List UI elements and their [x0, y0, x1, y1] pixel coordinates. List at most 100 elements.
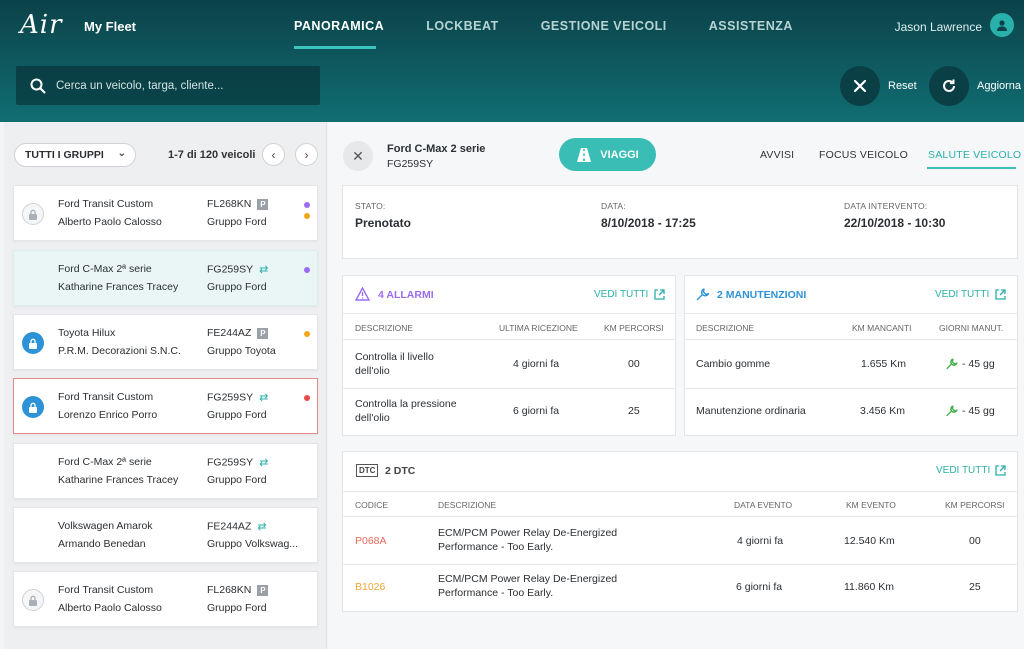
transfer-icon: ⇄: [259, 264, 269, 276]
parking-icon: P: [257, 198, 269, 210]
viaggi-label: VIAGGI: [600, 148, 639, 161]
dtc-see-all-link[interactable]: VEDI TUTTI: [936, 465, 990, 476]
transfer-icon: ⇄: [259, 392, 269, 404]
alarm-description: Controlla la pressione dell'olio: [355, 398, 457, 424]
group-filter-dropdown[interactable]: TUTTI I GRUPPI ⌄: [14, 143, 136, 167]
status-value: Prenotato: [355, 216, 412, 230]
lock-icon: [22, 203, 44, 225]
refresh-icon: [943, 79, 955, 92]
app-logo[interactable]: Air: [20, 10, 63, 40]
search-icon: [30, 78, 46, 93]
maintenance-panel: 2 MANUTENZIONI VEDI TUTTI DESCRIZIONE KM…: [684, 275, 1018, 436]
wrench-icon: [696, 288, 710, 301]
transfer-icon: ⇄: [257, 521, 267, 533]
plate-text: FE244AZ: [207, 327, 252, 339]
search-input[interactable]: [56, 79, 306, 92]
column-header: DESCRIZIONE: [355, 323, 414, 333]
plate-text: FG259SY: [207, 263, 254, 276]
plate-text: FG259SY: [207, 391, 254, 404]
alarm-km: 25: [628, 405, 640, 417]
vehicle-model: Volkswagen Amarok: [58, 520, 153, 532]
vehicle-owner: Armando Benedan: [58, 538, 146, 550]
user-name[interactable]: Jason Lawrence: [895, 20, 982, 34]
refresh-button[interactable]: [929, 66, 969, 106]
close-icon: [853, 79, 867, 93]
prev-page-button[interactable]: ‹: [262, 143, 285, 166]
table-row[interactable]: Controlla la pressione dell'olio 6 giorn…: [343, 388, 675, 436]
vehicle-plate: FE244AZ ⇄: [207, 520, 267, 533]
vehicle-card[interactable]: Toyota Hilux P.R.M. Decorazioni S.N.C. FE2…: [13, 314, 318, 370]
status-label: STATO:: [355, 201, 386, 211]
search-bar[interactable]: [16, 66, 320, 105]
external-link-icon[interactable]: [654, 289, 665, 300]
dtc-event-km: 11.860 Km: [844, 581, 895, 593]
nav-assistenza[interactable]: ASSISTENZA: [709, 19, 793, 33]
external-link-icon[interactable]: [995, 289, 1006, 300]
date-label: DATA:: [601, 201, 626, 211]
nav-active-indicator: [294, 46, 376, 49]
table-row[interactable]: Manutenzione ordinaria 3.456 Km - 45 gg: [685, 388, 1017, 436]
column-header: DESCRIZIONE: [438, 500, 497, 510]
vehicle-plate: FG259SY: [387, 158, 434, 170]
vehicle-card[interactable]: Ford Transit Custom Alberto Paolo Calosso…: [13, 185, 318, 241]
refresh-label[interactable]: Aggiorna: [977, 80, 1021, 92]
alarms-see-all-link[interactable]: VEDI TUTTI: [594, 289, 648, 300]
vehicle-model: Ford Transit Custom: [58, 391, 154, 403]
group-filter-label: TUTTI I GRUPPI: [25, 149, 104, 161]
vehicle-group: Gruppo Ford: [207, 281, 267, 293]
table-row[interactable]: P068A ECM/PCM Power Relay De-Energized P…: [343, 516, 1017, 564]
nav-panoramica[interactable]: PANORAMICA: [294, 19, 384, 33]
reset-button[interactable]: [840, 66, 880, 106]
close-detail-button[interactable]: ✕: [343, 141, 373, 171]
external-link-icon[interactable]: [995, 465, 1006, 476]
alarms-title: 4 ALLARMI: [378, 289, 434, 301]
tab-active-indicator: [927, 167, 1016, 169]
status-dot: [304, 267, 310, 273]
vehicle-model: Ford Transit Custom: [58, 198, 154, 210]
vehicle-card[interactable]: Ford Transit Custom Lorenzo Enrico Porro F…: [13, 378, 318, 434]
dtc-panel: DTC 2 DTC VEDI TUTTI CODICE DESCRIZIONE …: [342, 451, 1018, 612]
user-avatar-icon[interactable]: [990, 13, 1014, 37]
maintenance-see-all-link[interactable]: VEDI TUTTI: [935, 289, 989, 300]
vehicle-card[interactable]: Ford C-Max 2ª serie Katharine Frances Tra…: [13, 250, 318, 306]
dtc-event-date: 6 giorni fa: [736, 581, 783, 593]
vehicle-count: 1-7 di 120 veicoli: [168, 149, 256, 161]
vehicle-group: Gruppo Toyota: [207, 345, 276, 357]
next-page-button[interactable]: ›: [295, 143, 318, 166]
vehicle-group: Gruppo Ford: [207, 216, 267, 228]
nav-lockbeat[interactable]: LOCKBEAT: [426, 19, 499, 33]
vehicle-card[interactable]: Volkswagen Amarok Armando Benedan FE244AZ ⇄…: [13, 507, 318, 563]
column-header: KM MANCANTI: [852, 323, 912, 333]
wrench-icon: [946, 405, 958, 417]
status-dot: [304, 331, 310, 337]
intervention-date-label: DATA INTERVENTO:: [844, 201, 928, 211]
nav-gestione-veicoli[interactable]: GESTIONE VEICOLI: [541, 19, 667, 33]
maintenance-description: Cambio gomme: [696, 358, 771, 370]
tab-salute-veicolo[interactable]: SALUTE VEICOLO: [928, 149, 1021, 161]
vehicle-model: Ford C-Max 2ª serie: [58, 263, 152, 275]
chevron-left-icon: ‹: [271, 147, 276, 162]
vehicle-card[interactable]: Ford C-Max 2ª serie Katharine Frances Tra…: [13, 443, 318, 499]
maintenance-days: - 45 gg: [962, 405, 995, 417]
plate-text: FG259SY: [207, 456, 254, 469]
tab-focus-veicolo[interactable]: FOCUS VEICOLO: [819, 149, 908, 161]
vehicle-owner: Lorenzo Enrico Porro: [58, 409, 158, 421]
vehicle-group: Gruppo Ford: [207, 409, 267, 421]
vehicle-card[interactable]: Ford Transit Custom Alberto Paolo Calosso…: [13, 571, 318, 627]
vehicle-owner: Alberto Paolo Calosso: [58, 216, 162, 228]
column-header: KM PERCORSI: [945, 500, 1005, 510]
tab-avvisi[interactable]: AVVISI: [760, 149, 794, 161]
lock-icon: [22, 332, 44, 354]
vehicle-detail-panel: ✕ Ford C-Max 2 serie FG259SY VIAGGI AVVI…: [328, 122, 1024, 649]
wrench-icon: [946, 358, 958, 370]
plate-text: FL268KN: [207, 198, 252, 210]
parking-icon: P: [257, 584, 269, 596]
vehicle-model: Toyota Hilux: [58, 327, 116, 339]
table-row[interactable]: Controlla il livello dell'olio 4 giorni …: [343, 339, 675, 388]
table-row[interactable]: B1026 ECM/PCM Power Relay De-Energized P…: [343, 564, 1017, 612]
table-row[interactable]: Cambio gomme 1.655 Km - 45 gg: [685, 339, 1017, 388]
column-header: DESCRIZIONE: [696, 323, 755, 333]
viaggi-button[interactable]: VIAGGI: [559, 138, 656, 171]
app-name: My Fleet: [84, 19, 137, 34]
reset-label[interactable]: Reset: [888, 80, 917, 92]
